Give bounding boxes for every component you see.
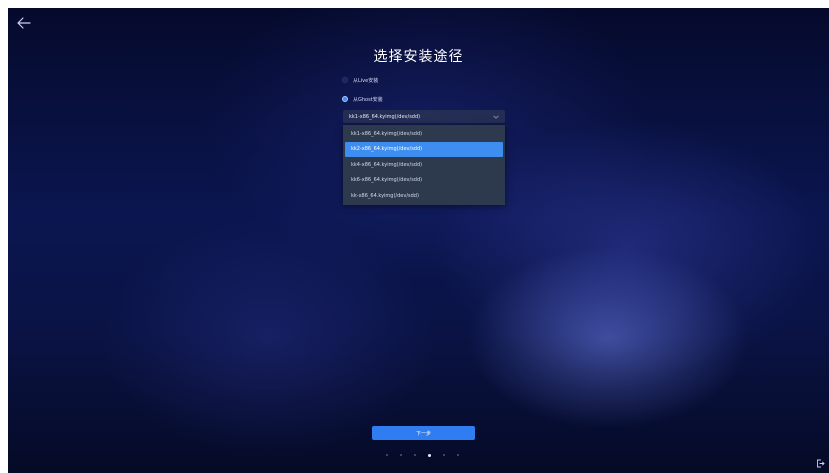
dropdown-option[interactable]: kk-x86_64.kyimg(/dev/sdd)	[345, 188, 503, 204]
step-dot	[400, 454, 402, 456]
image-select-value: kk1-x86_64.kyimg(/dev/sdd)	[349, 113, 421, 120]
step-dot-active	[428, 453, 431, 457]
dropdown-option[interactable]: kk4-x86_64.kyimg(/dev/sdd)	[345, 157, 503, 173]
step-dot	[386, 454, 388, 456]
page-title: 选择安装途径	[373, 49, 464, 65]
radio-install-from-ghost[interactable]: 从Ghost安装	[342, 93, 383, 105]
radio-install-from-live[interactable]: 从Live安装	[342, 74, 378, 86]
radio-unchecked-icon	[342, 77, 348, 83]
step-indicator	[386, 453, 471, 457]
image-dropdown-list: kk1-x86_64.kyimg(/dev/sdd) kk2-x86_64.ky…	[343, 125, 505, 205]
radio-checked-icon	[342, 96, 348, 102]
step-dot	[457, 454, 459, 456]
step-dot	[443, 454, 445, 456]
radio-label: 从Live安装	[353, 77, 379, 84]
next-button[interactable]: 下一步	[372, 426, 475, 440]
step-dot	[414, 454, 416, 456]
installer-screen: 选择安装途径 从Live安装 从Ghost安装 kk1-x86_64.kyimg…	[8, 8, 829, 473]
arrow-left-icon[interactable]	[17, 17, 31, 29]
image-select[interactable]: kk1-x86_64.kyimg(/dev/sdd)	[343, 110, 505, 123]
dropdown-option[interactable]: kk1-x86_64.kyimg(/dev/sdd)	[345, 126, 503, 142]
dropdown-option-highlighted[interactable]: kk2-x86_64.kyimg(/dev/sdd)	[345, 141, 503, 157]
radio-label: 从Ghost安装	[353, 96, 383, 103]
power-exit-icon[interactable]	[816, 459, 825, 468]
chevron-down-icon	[493, 115, 499, 119]
dropdown-option[interactable]: kk6-x86_64.kyimg(/dev/sdd)	[345, 173, 503, 189]
